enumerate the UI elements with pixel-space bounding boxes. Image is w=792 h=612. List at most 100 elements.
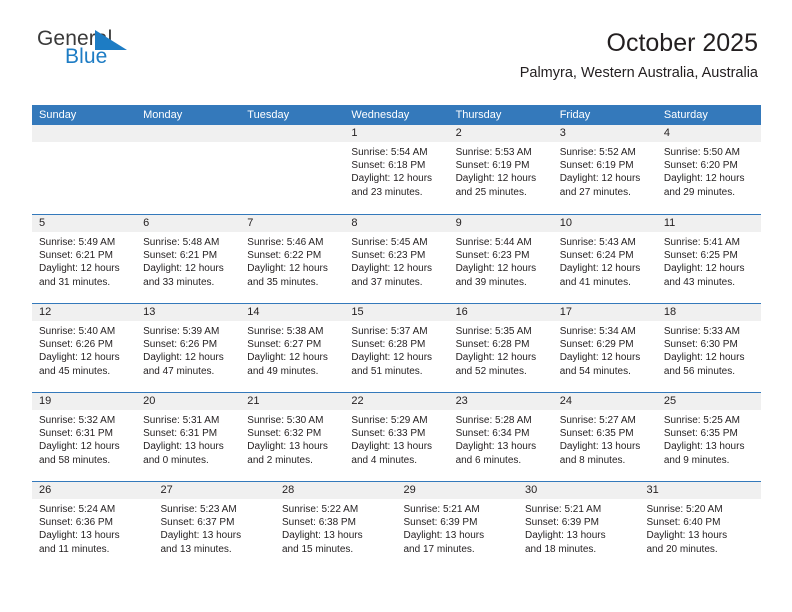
brand-logo[interactable]: General Blue	[33, 28, 183, 76]
sunset-text: Sunset: 6:28 PM	[455, 339, 530, 351]
day-number-band: 25	[656, 393, 761, 410]
calendar-page: General Blue October 2025 Palmyra, Weste…	[0, 0, 792, 612]
calendar-day-cell[interactable]: 22 Sunrise: 5:29 AM Sunset: 6:33 PM Dayligh…	[344, 393, 449, 481]
calendar-day-cell[interactable]: 2 Sunrise: 5:53 AM Sunset: 6:19 PM Daylight…	[448, 125, 553, 214]
calendar-day-cell[interactable]: 14 Sunrise: 5:38 AM Sunset: 6:27 PM Dayligh…	[240, 304, 345, 392]
calendar-grid: Sunday Monday Tuesday Wednesday Thursday Frid…	[32, 105, 761, 570]
sunrise-text: Sunrise: 5:54 AM	[351, 147, 428, 158]
weekday-header-friday: Friday	[559, 109, 591, 121]
calendar-day-cell[interactable]: 8 Sunrise: 5:45 AM Sunset: 6:23 PM Daylight…	[344, 215, 449, 303]
day-details: Sunrise: 5:54 AM Sunset: 6:18 PM Daylight:…	[344, 142, 448, 199]
calendar-day-cell[interactable]: 3 Sunrise: 5:52 AM Sunset: 6:19 PM Daylight…	[552, 125, 657, 214]
day-number: 9	[455, 217, 462, 229]
day-number-band: 30	[518, 482, 640, 499]
day-number: 19	[39, 395, 52, 407]
calendar-day-cell[interactable]: 28 Sunrise: 5:22 AM Sunset: 6:38 PM Dayligh…	[275, 482, 397, 570]
day-details: Sunrise: 5:28 AM Sunset: 6:34 PM Daylight:…	[449, 410, 553, 467]
calendar-day-cell[interactable]: 9 Sunrise: 5:44 AM Sunset: 6:23 PM Daylight…	[448, 215, 553, 303]
day-number-band: 5	[32, 215, 137, 232]
calendar-day-cell[interactable]: 24 Sunrise: 5:27 AM Sunset: 6:35 PM Dayligh…	[552, 393, 657, 481]
daylight-text: Daylight: 12 hours	[143, 352, 224, 364]
day-details: Sunrise: 5:48 AM Sunset: 6:21 PM Daylight:…	[136, 232, 240, 289]
sunrise-text: Sunrise: 5:25 AM	[663, 415, 740, 426]
sunset-text: Sunset: 6:33 PM	[351, 428, 426, 440]
sunrise-text: Sunrise: 5:31 AM	[143, 415, 220, 426]
sunrise-text: Sunrise: 5:27 AM	[559, 415, 636, 426]
sunrise-text: Sunrise: 5:35 AM	[455, 326, 532, 337]
sunrise-text: Sunrise: 5:43 AM	[559, 237, 636, 248]
day-details: Sunrise: 5:45 AM Sunset: 6:23 PM Daylight:…	[344, 232, 448, 289]
calendar-day-cell[interactable]: 6 Sunrise: 5:48 AM Sunset: 6:21 PM Daylight…	[136, 215, 241, 303]
sunset-text: Sunset: 6:21 PM	[39, 250, 113, 262]
weekday-header-thursday: Thursday	[455, 109, 502, 121]
day-number-band: 12	[32, 304, 137, 321]
day-details: Sunrise: 5:25 AM Sunset: 6:35 PM Daylight:…	[657, 410, 761, 467]
day-details: Sunrise: 5:20 AM Sunset: 6:40 PM Daylight:…	[640, 499, 762, 556]
daylight-text-cont: and 43 minutes.	[663, 276, 736, 288]
calendar-day-cell[interactable]: 17 Sunrise: 5:34 AM Sunset: 6:29 PM Dayligh…	[552, 304, 657, 392]
day-details: Sunrise: 5:37 AM Sunset: 6:28 PM Daylight:…	[344, 321, 448, 378]
sunset-text: Sunset: 6:37 PM	[160, 517, 235, 529]
calendar-week-row: 26 Sunrise: 5:24 AM Sunset: 6:36 PM Dayligh…	[32, 481, 761, 570]
sunrise-text: Sunrise: 5:24 AM	[39, 504, 116, 515]
calendar-day-cell[interactable]: 11 Sunrise: 5:41 AM Sunset: 6:25 PM Dayligh…	[656, 215, 761, 303]
day-number-band: 24	[552, 393, 657, 410]
calendar-day-cell[interactable]: 25 Sunrise: 5:25 AM Sunset: 6:35 PM Dayligh…	[656, 393, 761, 481]
day-number-band: 7	[240, 215, 345, 232]
calendar-day-cell[interactable]: 7 Sunrise: 5:46 AM Sunset: 6:22 PM Daylight…	[240, 215, 345, 303]
daylight-text: Daylight: 12 hours	[351, 263, 433, 275]
calendar-day-cell[interactable]: 18 Sunrise: 5:33 AM Sunset: 6:30 PM Dayligh…	[656, 304, 761, 392]
daylight-text: Daylight: 13 hours	[646, 530, 728, 542]
day-number: 16	[455, 306, 468, 318]
daylight-text: Daylight: 12 hours	[351, 352, 433, 364]
calendar-day-cell[interactable]: 10 Sunrise: 5:43 AM Sunset: 6:24 PM Dayligh…	[552, 215, 657, 303]
sunset-text: Sunset: 6:18 PM	[351, 160, 426, 172]
sunrise-text: Sunrise: 5:21 AM	[525, 504, 602, 515]
sunrise-text: Sunrise: 5:33 AM	[663, 326, 740, 337]
day-number-band: 11	[656, 215, 761, 232]
calendar-day-cell[interactable]: 26 Sunrise: 5:24 AM Sunset: 6:36 PM Dayligh…	[32, 482, 154, 570]
calendar-day-cell[interactable]: 16 Sunrise: 5:35 AM Sunset: 6:28 PM Dayligh…	[448, 304, 553, 392]
day-number-band: 28	[275, 482, 397, 499]
sunset-text: Sunset: 6:31 PM	[143, 428, 218, 440]
sunset-text: Sunset: 6:34 PM	[455, 428, 530, 440]
day-details: Sunrise: 5:50 AM Sunset: 6:20 PM Daylight:…	[657, 142, 761, 199]
calendar-day-cell[interactable]: 29 Sunrise: 5:21 AM Sunset: 6:39 PM Dayligh…	[396, 482, 518, 570]
daylight-text-cont: and 49 minutes.	[247, 365, 319, 377]
calendar-day-cell[interactable]: 4 Sunrise: 5:50 AM Sunset: 6:20 PM Daylight…	[656, 125, 761, 214]
calendar-day-cell[interactable]: 30 Sunrise: 5:21 AM Sunset: 6:39 PM Dayligh…	[518, 482, 640, 570]
sunrise-text: Sunrise: 5:23 AM	[160, 504, 237, 515]
day-number: 14	[247, 306, 260, 318]
daylight-text-cont: and 13 minutes.	[160, 543, 232, 555]
calendar-day-cell[interactable]: 19 Sunrise: 5:32 AM Sunset: 6:31 PM Dayligh…	[32, 393, 137, 481]
daylight-text: Daylight: 13 hours	[663, 441, 745, 453]
calendar-day-cell[interactable]: 27 Sunrise: 5:23 AM Sunset: 6:37 PM Dayligh…	[153, 482, 275, 570]
day-number: 7	[247, 217, 254, 229]
day-number: 20	[143, 395, 156, 407]
day-number-band	[32, 125, 137, 142]
day-details: Sunrise: 5:24 AM Sunset: 6:36 PM Daylight:…	[32, 499, 154, 556]
calendar-day-cell[interactable]: 20 Sunrise: 5:31 AM Sunset: 6:31 PM Dayligh…	[136, 393, 241, 481]
sunset-text: Sunset: 6:21 PM	[143, 250, 218, 262]
sunset-text: Sunset: 6:35 PM	[559, 428, 634, 440]
sunrise-text: Sunrise: 5:29 AM	[351, 415, 428, 426]
day-number-band: 31	[639, 482, 761, 499]
daylight-text-cont: and 18 minutes.	[525, 543, 597, 555]
calendar-day-cell[interactable]: 15 Sunrise: 5:37 AM Sunset: 6:28 PM Dayligh…	[344, 304, 449, 392]
day-number: 31	[646, 484, 659, 496]
calendar-day-cell[interactable]: 13 Sunrise: 5:39 AM Sunset: 6:26 PM Dayligh…	[136, 304, 241, 392]
calendar-day-cell[interactable]: 1 Sunrise: 5:54 AM Sunset: 6:18 PM Daylight…	[344, 125, 449, 214]
day-number: 30	[525, 484, 538, 496]
sunrise-text: Sunrise: 5:46 AM	[247, 237, 324, 248]
calendar-day-cell[interactable]: 31 Sunrise: 5:20 AM Sunset: 6:40 PM Dayligh…	[639, 482, 762, 570]
calendar-day-cell[interactable]: 21 Sunrise: 5:30 AM Sunset: 6:32 PM Dayligh…	[240, 393, 345, 481]
daylight-text: Daylight: 12 hours	[559, 263, 641, 275]
calendar-day-cell[interactable]: 5 Sunrise: 5:49 AM Sunset: 6:21 PM Daylight…	[32, 215, 137, 303]
day-details: Sunrise: 5:53 AM Sunset: 6:19 PM Daylight:…	[449, 142, 553, 199]
day-number: 4	[663, 127, 670, 139]
daylight-text: Daylight: 13 hours	[247, 441, 328, 453]
calendar-day-cell[interactable]: 12 Sunrise: 5:40 AM Sunset: 6:26 PM Dayligh…	[32, 304, 137, 392]
day-number-band: 21	[240, 393, 345, 410]
sunset-text: Sunset: 6:26 PM	[39, 339, 113, 351]
calendar-day-cell[interactable]: 23 Sunrise: 5:28 AM Sunset: 6:34 PM Dayligh…	[448, 393, 553, 481]
